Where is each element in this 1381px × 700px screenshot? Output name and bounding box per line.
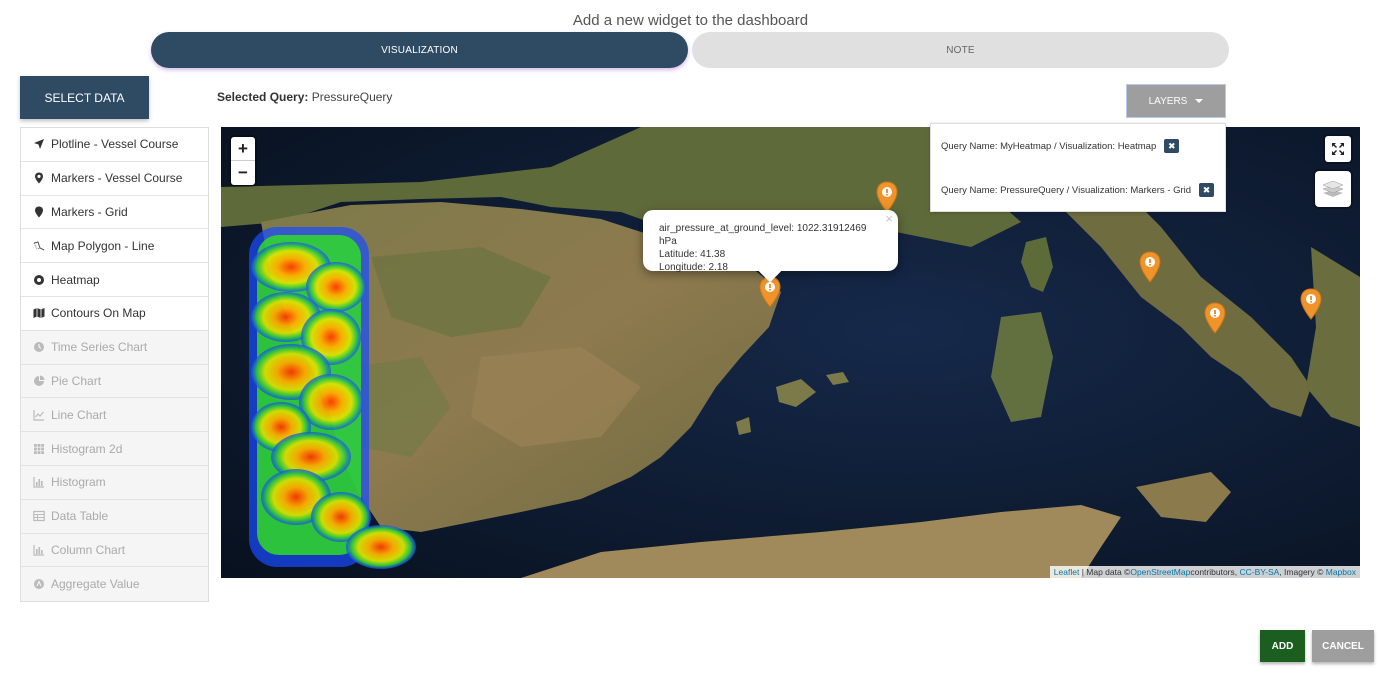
license-link[interactable]: CC-BY-SA — [1239, 567, 1279, 577]
viz-item-label: Histogram 2d — [51, 441, 123, 456]
mapbox-link[interactable]: Mapbox — [1326, 567, 1356, 577]
map-marker-icon — [33, 172, 45, 184]
grid-icon — [33, 443, 45, 455]
caret-down-icon — [1195, 99, 1204, 103]
popup-value: air_pressure_at_ground_level: 1022.31912… — [659, 223, 867, 247]
viz-item-label: Data Table — [51, 509, 109, 524]
viz-item-histogram-2d: Histogram 2d — [21, 432, 208, 466]
visualization-list: Plotline - Vessel Course Markers - Vesse… — [20, 127, 209, 603]
viz-item-label: Markers - Grid — [51, 204, 128, 219]
attribution-text: contributors, — [1190, 567, 1240, 577]
zoom-control: + − — [231, 137, 255, 185]
viz-item-line-chart: Line Chart — [21, 398, 208, 433]
viz-item-label: Histogram — [51, 475, 106, 490]
line-chart-icon — [33, 409, 45, 421]
map-marker[interactable] — [1300, 288, 1322, 320]
selected-query-label: Selected Query: — [217, 90, 309, 104]
add-button[interactable]: ADD — [1260, 630, 1305, 662]
viz-item-label: Pie Chart — [51, 373, 102, 388]
map-attribution: Leaflet | Map data ©OpenStreetMapcontrib… — [1049, 566, 1360, 578]
aggregate-icon — [33, 578, 45, 590]
layer-label: Query Name: MyHeatmap / Visualization: H… — [941, 140, 1157, 152]
viz-item-map-polygon[interactable]: Map Polygon - Line — [21, 229, 208, 264]
viz-item-label: Time Series Chart — [51, 340, 148, 355]
marker-popup: × air_pressure_at_ground_level: 1022.319… — [643, 210, 898, 283]
map-marker[interactable] — [1204, 302, 1226, 334]
clock-icon — [33, 341, 45, 353]
fullscreen-icon — [1332, 143, 1344, 155]
leaflet-link[interactable]: Leaflet — [1054, 567, 1080, 577]
viz-item-heatmap[interactable]: Heatmap — [21, 263, 208, 297]
selected-query-value: PressureQuery — [311, 90, 393, 104]
layers-panel: Query Name: MyHeatmap / Visualization: H… — [930, 123, 1226, 212]
dot-circle-icon — [33, 274, 45, 286]
cancel-button[interactable]: CANCEL — [1312, 630, 1374, 662]
pie-chart-icon — [33, 375, 45, 387]
viz-item-label: Column Chart — [51, 542, 126, 557]
tab-note[interactable]: NOTE — [692, 32, 1229, 68]
viz-item-label: Plotline - Vessel Course — [51, 137, 179, 152]
viz-item-label: Aggregate Value — [51, 577, 140, 592]
viz-item-label: Contours On Map — [51, 306, 146, 321]
layer-row: Query Name: PressureQuery / Visualizatio… — [941, 183, 1215, 197]
column-chart-icon — [33, 544, 45, 556]
layers-button-label: LAYERS — [1148, 95, 1188, 107]
viz-item-label: Map Polygon - Line — [51, 238, 155, 253]
layer-row: Query Name: MyHeatmap / Visualization: H… — [941, 139, 1180, 153]
viz-item-label: Markers - Vessel Course — [51, 171, 183, 186]
map-pin-icon — [33, 206, 45, 218]
layers-icon — [1322, 180, 1344, 197]
popup-latitude: Latitude: 41.38 — [659, 249, 726, 260]
remove-layer-button[interactable]: ✖ — [1164, 139, 1180, 153]
polygon-icon — [33, 240, 45, 252]
viz-item-markers-vessel[interactable]: Markers - Vessel Course — [21, 162, 208, 196]
viz-item-column-chart: Column Chart — [21, 533, 208, 568]
viz-item-time-series: Time Series Chart — [21, 330, 208, 365]
viz-item-histogram: Histogram — [21, 465, 208, 500]
viz-item-label: Heatmap — [51, 272, 100, 287]
attribution-text: | Map data © — [1079, 567, 1131, 577]
map-marker[interactable] — [876, 181, 898, 213]
osm-link[interactable]: OpenStreetMap — [1130, 567, 1190, 577]
layer-label: Query Name: PressureQuery / Visualizatio… — [941, 184, 1192, 196]
map-icon — [33, 307, 45, 319]
fullscreen-button[interactable] — [1325, 136, 1351, 162]
select-data-button[interactable]: SELECT DATA — [20, 76, 149, 119]
tab-visualization[interactable]: VISUALIZATION — [151, 32, 688, 68]
viz-item-pie-chart: Pie Chart — [21, 364, 208, 399]
zoom-out-button[interactable]: − — [231, 161, 255, 185]
viz-item-aggregate-value: Aggregate Value — [21, 567, 208, 602]
viz-item-data-table: Data Table — [21, 499, 208, 534]
layers-button[interactable]: LAYERS — [1126, 84, 1226, 118]
map-marker[interactable] — [1139, 251, 1161, 283]
dialog-title: Add a new widget to the dashboard — [572, 12, 809, 29]
table-icon — [33, 510, 45, 522]
zoom-in-button[interactable]: + — [231, 137, 255, 161]
remove-layer-button[interactable]: ✖ — [1199, 183, 1215, 197]
location-arrow-icon — [33, 138, 45, 150]
popup-close-icon[interactable]: × — [885, 212, 893, 225]
viz-item-markers-grid[interactable]: Markers - Grid — [21, 196, 208, 230]
viz-item-plotline[interactable]: Plotline - Vessel Course — [21, 128, 208, 162]
viz-item-contours[interactable]: Contours On Map — [21, 297, 208, 331]
attribution-text: , Imagery © — [1279, 567, 1326, 577]
viz-item-label: Line Chart — [51, 407, 107, 422]
bar-chart-icon — [33, 476, 45, 488]
layer-control-button[interactable] — [1315, 171, 1351, 207]
selected-query: Selected Query: PressureQuery — [217, 90, 392, 104]
